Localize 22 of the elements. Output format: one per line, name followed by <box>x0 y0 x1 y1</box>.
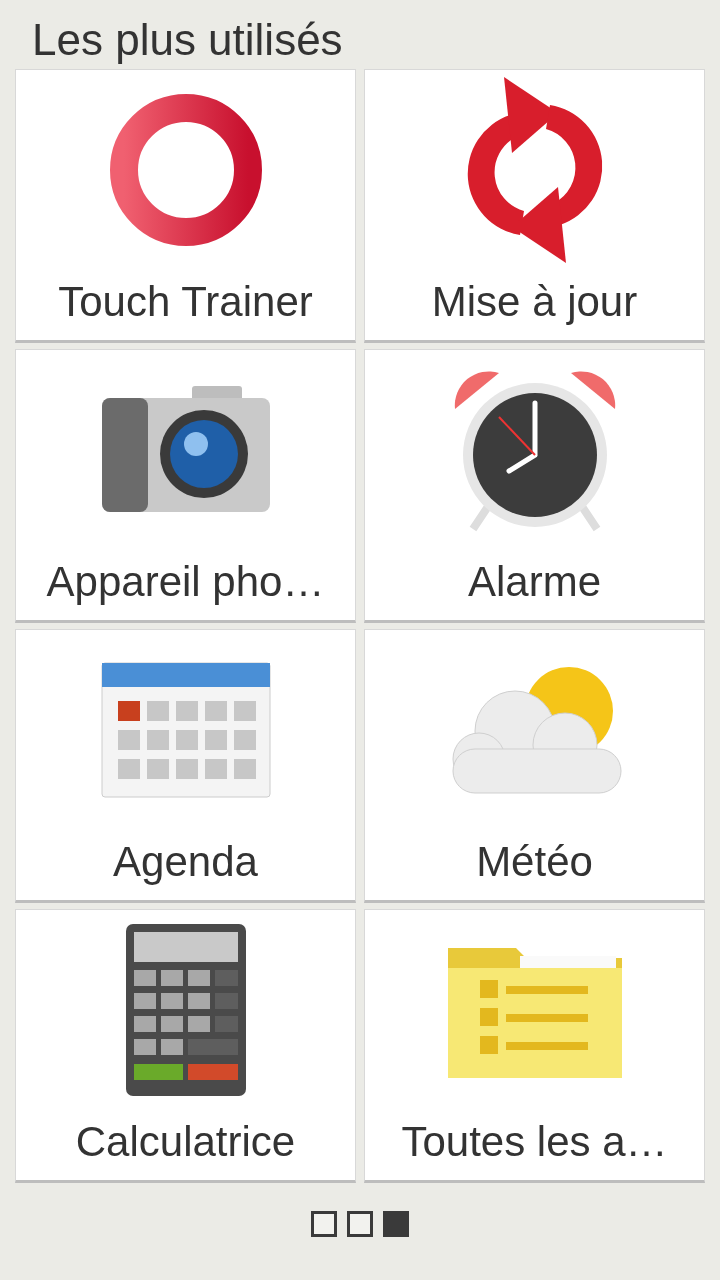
calculator-icon <box>123 922 248 1098</box>
app-label: Mise à jour <box>431 277 638 327</box>
app-tile[interactable]: Appareil pho… <box>15 349 356 623</box>
app-label: Météo <box>476 837 593 887</box>
app-label: Toutes les a… <box>401 1117 668 1167</box>
app-label: Touch Trainer <box>58 277 313 327</box>
page-indicator[interactable] <box>311 1211 337 1237</box>
app-tile[interactable]: Toutes les a… <box>364 909 705 1183</box>
app-tile[interactable]: Mise à jour <box>364 69 705 343</box>
app-tile[interactable]: Calculatrice <box>15 909 356 1183</box>
calendar-icon <box>99 661 272 799</box>
section-title: Les plus utilisés <box>31 14 344 66</box>
app-tile[interactable]: Agenda <box>15 629 356 903</box>
app-tile[interactable]: Alarme <box>364 349 705 623</box>
app-tile[interactable]: Touch Trainer <box>15 69 356 343</box>
ring-icon <box>107 92 264 248</box>
app-label: Agenda <box>113 837 258 887</box>
app-tile[interactable]: Météo <box>364 629 705 903</box>
app-label: Alarme <box>467 557 601 607</box>
app-label: Appareil pho… <box>46 557 325 607</box>
app-label: Calculatrice <box>75 1117 296 1167</box>
page-indicator[interactable] <box>347 1211 373 1237</box>
